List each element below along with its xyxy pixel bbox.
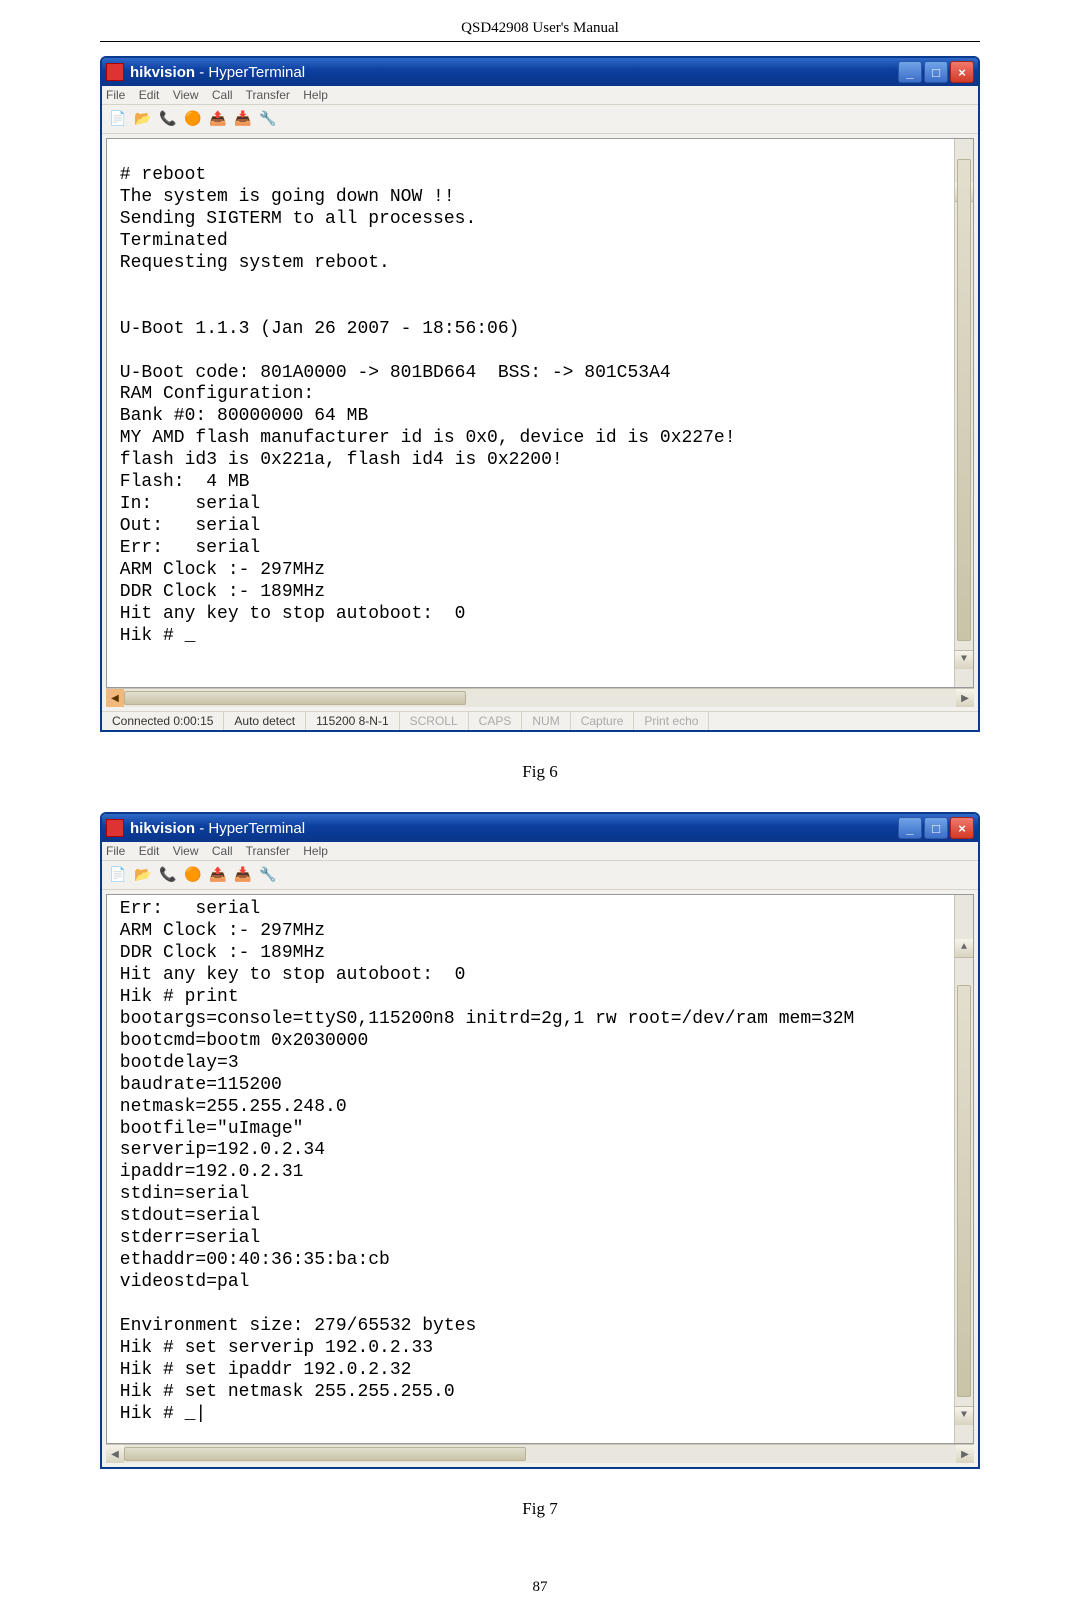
close-button[interactable]: × [950, 61, 974, 83]
connect-icon[interactable]: 📞 [158, 865, 178, 885]
status-capture: Capture [571, 712, 635, 730]
status-params: 115200 8-N-1 [306, 712, 400, 730]
window-title: hikvision - HyperTerminal [130, 820, 896, 837]
menu-help[interactable]: Help [303, 844, 328, 858]
status-connected: Connected 0:00:15 [102, 712, 224, 730]
menu-view[interactable]: View [173, 844, 199, 858]
window-title: hikvision - HyperTerminal [130, 64, 896, 81]
page-number: 87 [100, 1579, 980, 1596]
vertical-scrollbar[interactable]: ▲ ▼ [954, 895, 973, 1443]
status-caps: CAPS [469, 712, 523, 730]
horizontal-scrollbar[interactable]: ◀ ▶ [106, 688, 974, 707]
status-num: NUM [522, 712, 570, 730]
open-icon[interactable]: 📂 [133, 865, 153, 885]
h-scrollbar-thumb[interactable] [124, 691, 466, 705]
menu-file[interactable]: File [106, 88, 125, 102]
scroll-left-icon[interactable]: ◀ [106, 1445, 124, 1463]
receive-icon[interactable]: 📥 [233, 865, 253, 885]
vertical-scrollbar[interactable]: ▲ ▼ [954, 139, 973, 687]
hyperterminal-window-1: hikvision - HyperTerminal _ □ × File Edi… [100, 56, 980, 732]
send-icon[interactable]: 📤 [208, 865, 228, 885]
menu-file[interactable]: File [106, 844, 125, 858]
menu-edit[interactable]: Edit [139, 844, 160, 858]
statusbar: Connected 0:00:15 Auto detect 115200 8-N… [102, 711, 978, 730]
page-header: QSD42908 User's Manual [100, 20, 980, 42]
scrollbar-thumb[interactable] [957, 985, 971, 1397]
toolbar: 📄 📂 📞 🟠 📤 📥 🔧 [102, 105, 978, 134]
properties-icon[interactable]: 🔧 [258, 109, 278, 129]
menu-call[interactable]: Call [212, 88, 233, 102]
maximize-button[interactable]: □ [924, 61, 948, 83]
minimize-button[interactable]: _ [898, 817, 922, 839]
status-echo: Print echo [634, 712, 709, 730]
scroll-up-icon[interactable]: ▲ [955, 939, 973, 958]
disconnect-icon[interactable]: 🟠 [183, 109, 203, 129]
titlebar: hikvision - HyperTerminal _ □ × [102, 814, 978, 842]
menu-transfer[interactable]: Transfer [246, 844, 290, 858]
toolbar: 📄 📂 📞 🟠 📤 📥 🔧 [102, 861, 978, 890]
h-scrollbar-thumb[interactable] [124, 1447, 526, 1461]
send-icon[interactable]: 📤 [208, 109, 228, 129]
menu-view[interactable]: View [173, 88, 199, 102]
scroll-right-icon[interactable]: ▶ [956, 689, 974, 707]
menubar: File Edit View Call Transfer Help [102, 842, 978, 861]
app-icon [106, 63, 124, 81]
scrollbar-thumb[interactable] [957, 159, 971, 641]
scroll-left-icon[interactable]: ◀ [106, 689, 124, 707]
status-scroll: SCROLL [400, 712, 469, 730]
new-icon[interactable]: 📄 [108, 865, 128, 885]
menubar: File Edit View Call Transfer Help [102, 86, 978, 105]
close-button[interactable]: × [950, 817, 974, 839]
figure-caption-6: Fig 6 [100, 762, 980, 782]
open-icon[interactable]: 📂 [133, 109, 153, 129]
menu-call[interactable]: Call [212, 844, 233, 858]
horizontal-scrollbar[interactable]: ◀ ▶ [106, 1444, 974, 1463]
properties-icon[interactable]: 🔧 [258, 865, 278, 885]
connect-icon[interactable]: 📞 [158, 109, 178, 129]
terminal-output[interactable]: # reboot The system is going down NOW !!… [106, 138, 974, 688]
menu-transfer[interactable]: Transfer [246, 88, 290, 102]
scroll-down-icon[interactable]: ▼ [955, 1406, 973, 1425]
terminal-output[interactable]: Err: serial ARM Clock :- 297MHz DDR Cloc… [106, 894, 974, 1444]
app-icon [106, 819, 124, 837]
titlebar: hikvision - HyperTerminal _ □ × [102, 58, 978, 86]
hyperterminal-window-2: hikvision - HyperTerminal _ □ × File Edi… [100, 812, 980, 1469]
new-icon[interactable]: 📄 [108, 109, 128, 129]
minimize-button[interactable]: _ [898, 61, 922, 83]
figure-caption-7: Fig 7 [100, 1499, 980, 1519]
scroll-right-icon[interactable]: ▶ [956, 1445, 974, 1463]
menu-edit[interactable]: Edit [139, 88, 160, 102]
scroll-down-icon[interactable]: ▼ [955, 650, 973, 669]
status-detect: Auto detect [224, 712, 306, 730]
maximize-button[interactable]: □ [924, 817, 948, 839]
menu-help[interactable]: Help [303, 88, 328, 102]
receive-icon[interactable]: 📥 [233, 109, 253, 129]
disconnect-icon[interactable]: 🟠 [183, 865, 203, 885]
